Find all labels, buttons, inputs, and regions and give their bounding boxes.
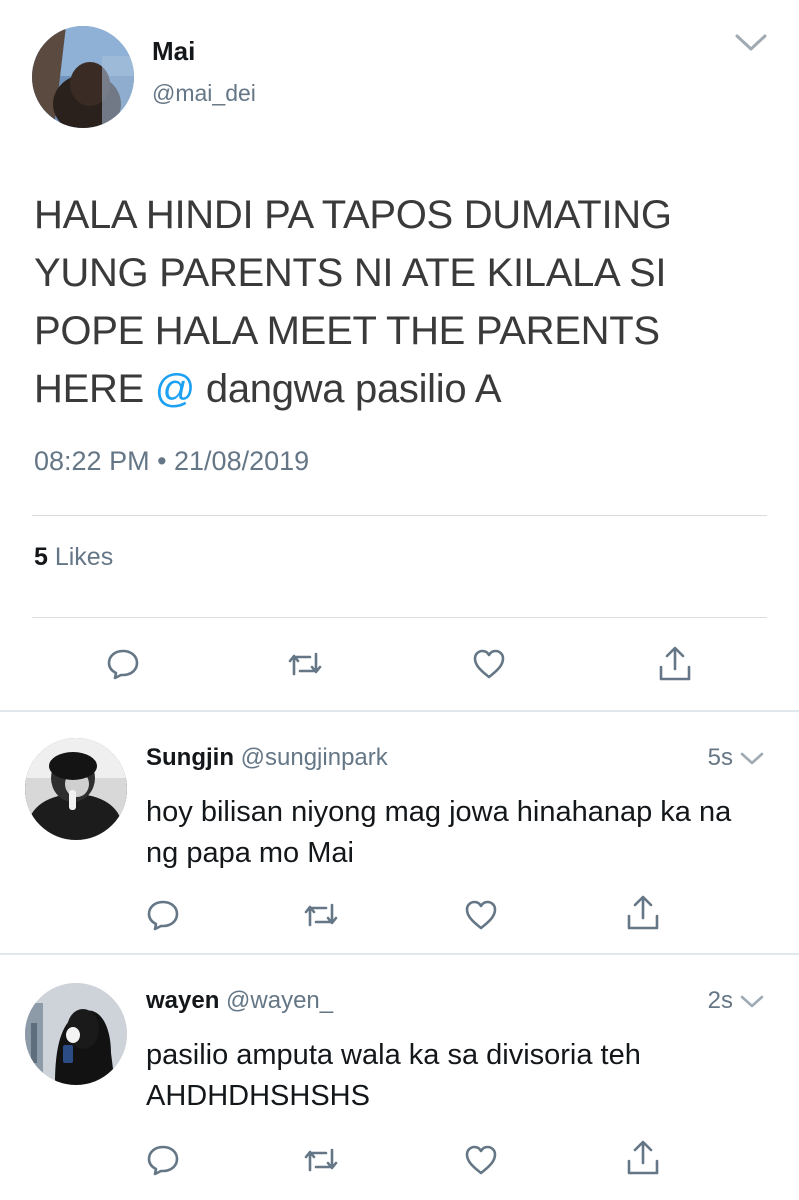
retweet-icon[interactable] (286, 647, 322, 681)
reply-icon[interactable] (146, 898, 180, 932)
reply-time: 2s (707, 987, 733, 1014)
likes-number: 5 (34, 543, 48, 571)
reply-tweet[interactable]: Sungjin @sungjinpark 5s hoy bilisan niyo… (0, 712, 799, 952)
divider (32, 617, 767, 618)
like-icon[interactable] (472, 647, 506, 681)
reply-icon[interactable] (146, 1143, 180, 1177)
avatar[interactable] (25, 983, 127, 1085)
chevron-down-icon[interactable] (733, 30, 769, 56)
chevron-down-icon[interactable] (739, 993, 765, 1011)
reply-text: hoy bilisan niyong mag jowa hinahanap ka… (146, 796, 732, 869)
location-at-link[interactable]: @ (155, 367, 196, 411)
reply-author[interactable]: Sungjin @sungjinpark (146, 744, 388, 772)
reply-icon[interactable] (106, 647, 140, 681)
like-icon[interactable] (464, 898, 498, 932)
reply-tweet[interactable]: wayen @wayen_ 2s pasilio amputa wala ka … (0, 955, 799, 1200)
user-handle[interactable]: @sungjinpark (234, 744, 388, 771)
likes-label: Likes (47, 543, 114, 571)
display-name[interactable]: Mai (152, 36, 195, 67)
retweet-icon[interactable] (302, 1143, 338, 1177)
reply-text: pasilio amputa wala ka sa divisoria teh … (146, 1039, 641, 1112)
share-icon[interactable] (658, 645, 692, 681)
tweet-text-part: dangwa pasilio A (195, 367, 502, 411)
user-handle[interactable]: @wayen_ (219, 987, 333, 1014)
avatar[interactable] (32, 26, 134, 128)
tweet-text: HALA HINDI PA TAPOS DUMATING YUNG PARENT… (34, 186, 774, 418)
user-handle[interactable]: @mai_dei (152, 80, 256, 107)
retweet-icon[interactable] (302, 898, 338, 932)
display-name[interactable]: Sungjin (146, 744, 234, 771)
chevron-down-icon[interactable] (739, 750, 765, 768)
reply-author[interactable]: wayen @wayen_ (146, 987, 333, 1015)
share-icon[interactable] (626, 1139, 660, 1175)
divider (32, 515, 767, 516)
avatar[interactable] (25, 738, 127, 840)
display-name[interactable]: wayen (146, 987, 219, 1014)
like-icon[interactable] (464, 1143, 498, 1177)
main-tweet: Mai @mai_dei HALA HINDI PA TAPOS DUMATIN… (0, 0, 799, 712)
timestamp[interactable]: 08:22 PM • 21/08/2019 (34, 446, 309, 477)
reply-time: 5s (707, 744, 733, 771)
share-icon[interactable] (626, 894, 660, 930)
likes-count[interactable]: 5 Likes (34, 543, 113, 572)
